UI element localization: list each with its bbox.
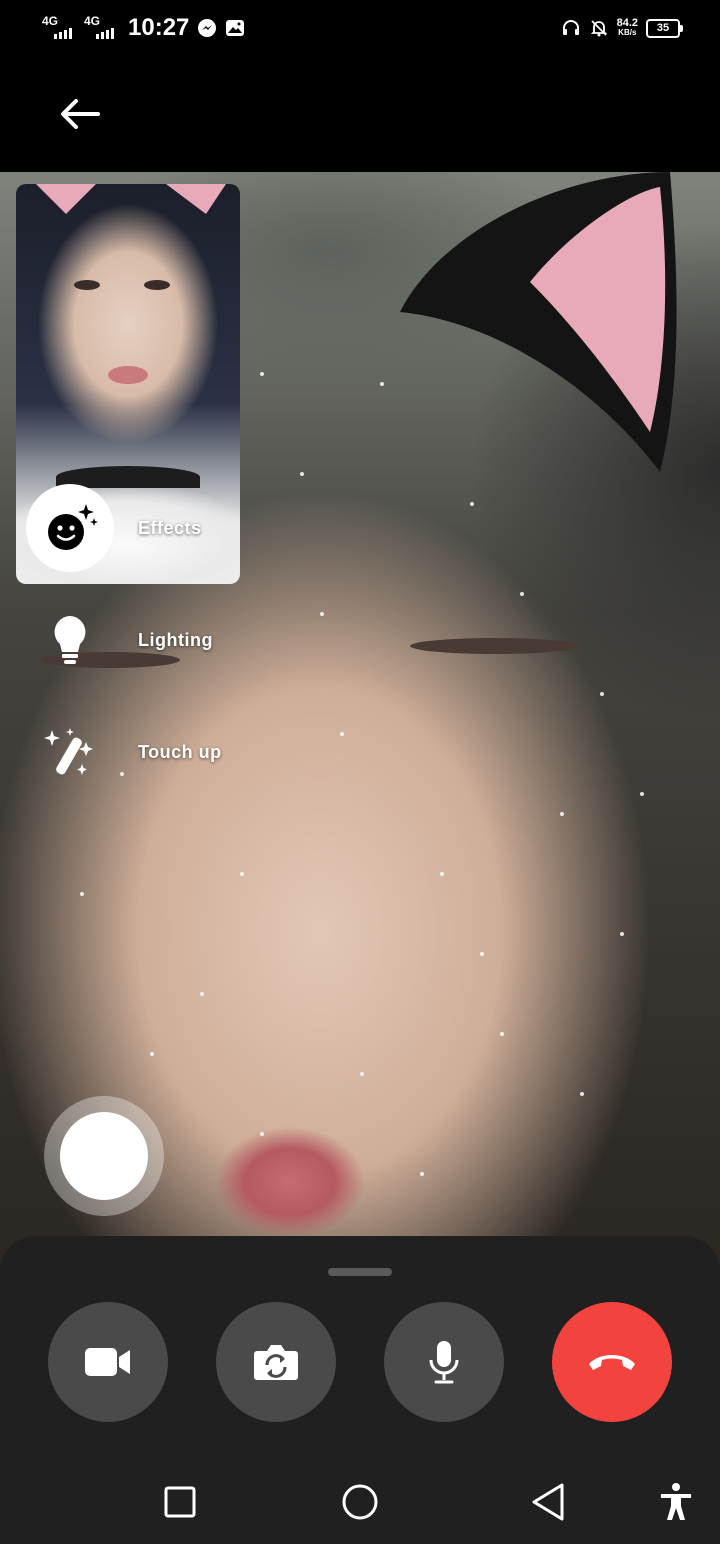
network-speed-unit: KB/s [618,28,637,37]
eye [74,280,100,290]
flip-camera-button[interactable] [216,1302,336,1422]
network-type-label: 4G [84,14,101,28]
call-controls-panel [0,1236,720,1460]
signal-bars-icon [54,28,72,39]
network-speed: 84.2 KB/s [617,18,638,38]
video-toggle-button[interactable] [48,1302,168,1422]
drag-handle[interactable] [328,1268,392,1276]
top-bar [0,56,720,172]
recents-square-icon [164,1486,196,1518]
status-bar: 4G 4G 10:27 84.2 KB/s 35 [0,0,720,56]
clock: 10:27 [128,14,190,41]
magic-wand-icon [44,728,93,775]
capture-button-inner [60,1112,148,1200]
effects-label: Effects [138,517,202,538]
back-triangle-icon [532,1483,564,1521]
touch-up-label: Touch up [138,741,222,762]
home-circle-icon [342,1484,378,1520]
capture-button[interactable] [44,1096,164,1216]
back-button[interactable] [52,86,108,142]
system-navigation-bar [0,1460,720,1544]
end-call-icon [589,1355,635,1370]
signal-bars-icon [96,28,114,39]
accessibility-button[interactable] [652,1478,700,1526]
video-camera-icon [85,1348,130,1376]
signal-indicator-2: 4G [84,15,118,41]
lips [108,366,148,384]
lighting-label: Lighting [138,629,213,650]
accessibility-icon [661,1483,691,1520]
network-type-label: 4G [42,14,59,28]
microphone-icon [429,1341,459,1384]
headphones-icon [562,20,579,35]
battery-level: 35 [656,22,670,34]
end-call-button[interactable] [552,1302,672,1422]
signal-indicator-1: 4G [42,15,76,41]
network-speed-value: 84.2 [616,17,638,29]
smiley-sparkle-icon [48,504,98,550]
touch-up-icon-wrap [26,708,114,796]
gallery-icon [226,20,245,36]
effects-icon-circle [26,484,114,572]
messenger-icon [198,19,217,37]
recents-button[interactable] [156,1478,204,1526]
arrow-left-icon [61,99,100,129]
battery-icon: 35 [646,18,683,38]
mute-bell-icon [590,20,607,37]
lightbulb-icon [54,616,86,664]
touch-up-button[interactable]: Touch up [26,708,222,796]
cat-ear-filter [36,184,226,214]
lighting-button[interactable]: Lighting [26,596,213,684]
microphone-button[interactable] [384,1302,504,1422]
lighting-icon-wrap [26,596,114,684]
eye [144,280,170,290]
nav-back-button[interactable] [524,1478,572,1526]
camera-flip-icon [254,1345,298,1380]
effects-button[interactable]: Effects [26,484,202,572]
home-button[interactable] [336,1478,384,1526]
